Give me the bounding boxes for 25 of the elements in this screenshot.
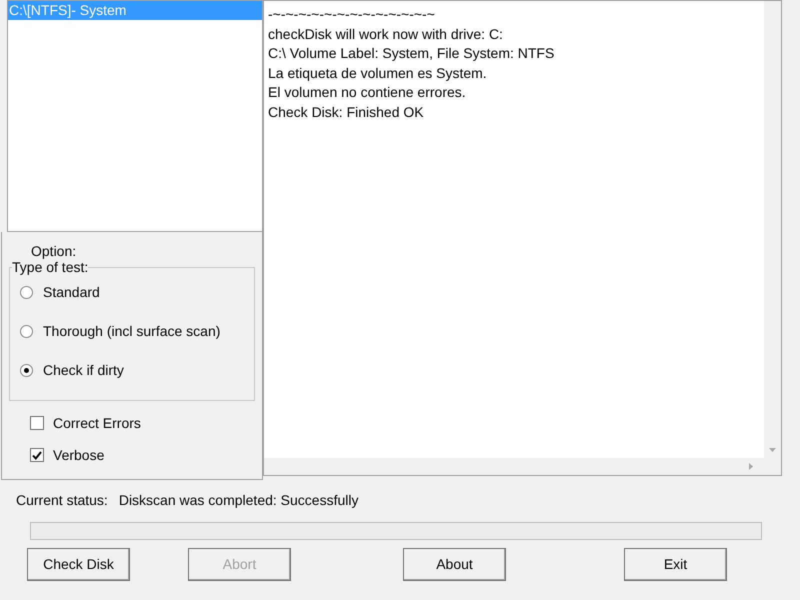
radio-button[interactable] xyxy=(20,286,33,298)
radio-option[interactable]: Standard xyxy=(20,282,254,302)
action-button[interactable]: Check Disk xyxy=(27,548,130,581)
action-button[interactable]: About xyxy=(403,548,506,581)
status-text: Diskscan was completed: Successfully xyxy=(118,492,358,508)
status-label: Current status: xyxy=(16,492,108,508)
checkbox[interactable] xyxy=(30,448,44,462)
log-line: El volumen no contiene errores. xyxy=(268,83,467,102)
action-button[interactable]: Exit xyxy=(624,548,727,581)
log-line: Check Disk: Finished OK xyxy=(268,102,425,122)
log-line: -~-~-~-~-~-~-~-~-~-~-~-~-~ xyxy=(268,5,436,24)
right-arrow-icon[interactable] xyxy=(749,463,753,470)
checkbox-option[interactable]: Verbose xyxy=(30,446,255,464)
checkbox-option[interactable]: Correct Errors xyxy=(30,414,255,432)
log-line: checkDisk will work now with drive: C: xyxy=(268,24,504,44)
group-title: Type of test: xyxy=(12,259,88,275)
radio-option[interactable]: Thorough (incl surface scan) xyxy=(20,321,254,341)
down-arrow-icon[interactable] xyxy=(769,448,776,452)
log-line: C:\ Volume Label: System, File System: NTFS xyxy=(268,44,556,63)
radio-button[interactable] xyxy=(20,364,33,376)
log-line: La etiqueta de volumen es System. xyxy=(268,64,488,83)
checkbox[interactable] xyxy=(30,416,44,430)
options-title: Option: xyxy=(31,243,78,259)
radio-option[interactable]: Check if dirty xyxy=(20,360,254,380)
radio-button[interactable] xyxy=(20,324,33,338)
